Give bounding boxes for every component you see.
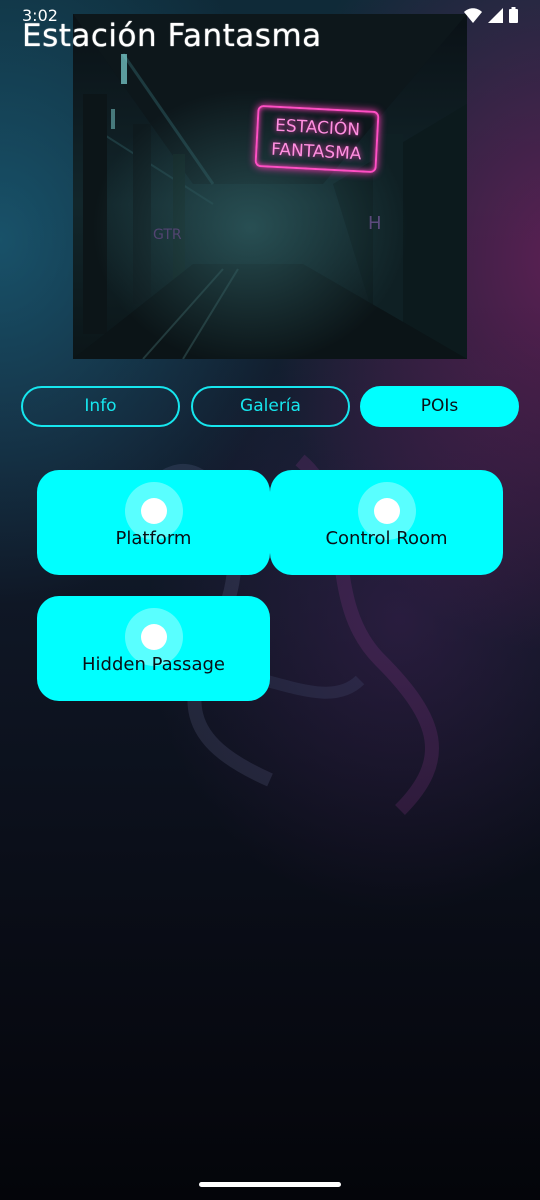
page-title: Estación Fantasma bbox=[22, 18, 322, 54]
poi-card-control-room[interactable]: Control Room bbox=[270, 470, 503, 575]
hero-image: GTR H ESTACIÓN FANTASMA bbox=[73, 14, 467, 359]
poi-label: Hidden Passage bbox=[82, 654, 225, 675]
poi-card-platform[interactable]: Platform bbox=[37, 470, 270, 575]
svg-text:H: H bbox=[368, 213, 382, 234]
tab-bar: Info Galería POIs bbox=[21, 386, 519, 428]
cell-signal-icon bbox=[488, 7, 503, 23]
wifi-icon bbox=[464, 7, 482, 23]
tab-pois[interactable]: POIs bbox=[360, 386, 519, 427]
svg-text:GTR: GTR bbox=[153, 227, 182, 243]
neon-sign-line2: FANTASMA bbox=[270, 139, 362, 165]
status-icons bbox=[464, 7, 518, 23]
poi-label: Platform bbox=[115, 528, 192, 549]
neon-sign: ESTACIÓN FANTASMA bbox=[254, 104, 380, 174]
tab-galeria[interactable]: Galería bbox=[191, 386, 350, 427]
battery-icon bbox=[509, 7, 518, 23]
subway-station-illustration: GTR H bbox=[73, 14, 467, 359]
poi-card-hidden-passage[interactable]: Hidden Passage bbox=[37, 596, 270, 701]
tab-info[interactable]: Info bbox=[21, 386, 180, 427]
home-indicator[interactable] bbox=[199, 1182, 341, 1187]
poi-label: Control Room bbox=[325, 528, 448, 549]
